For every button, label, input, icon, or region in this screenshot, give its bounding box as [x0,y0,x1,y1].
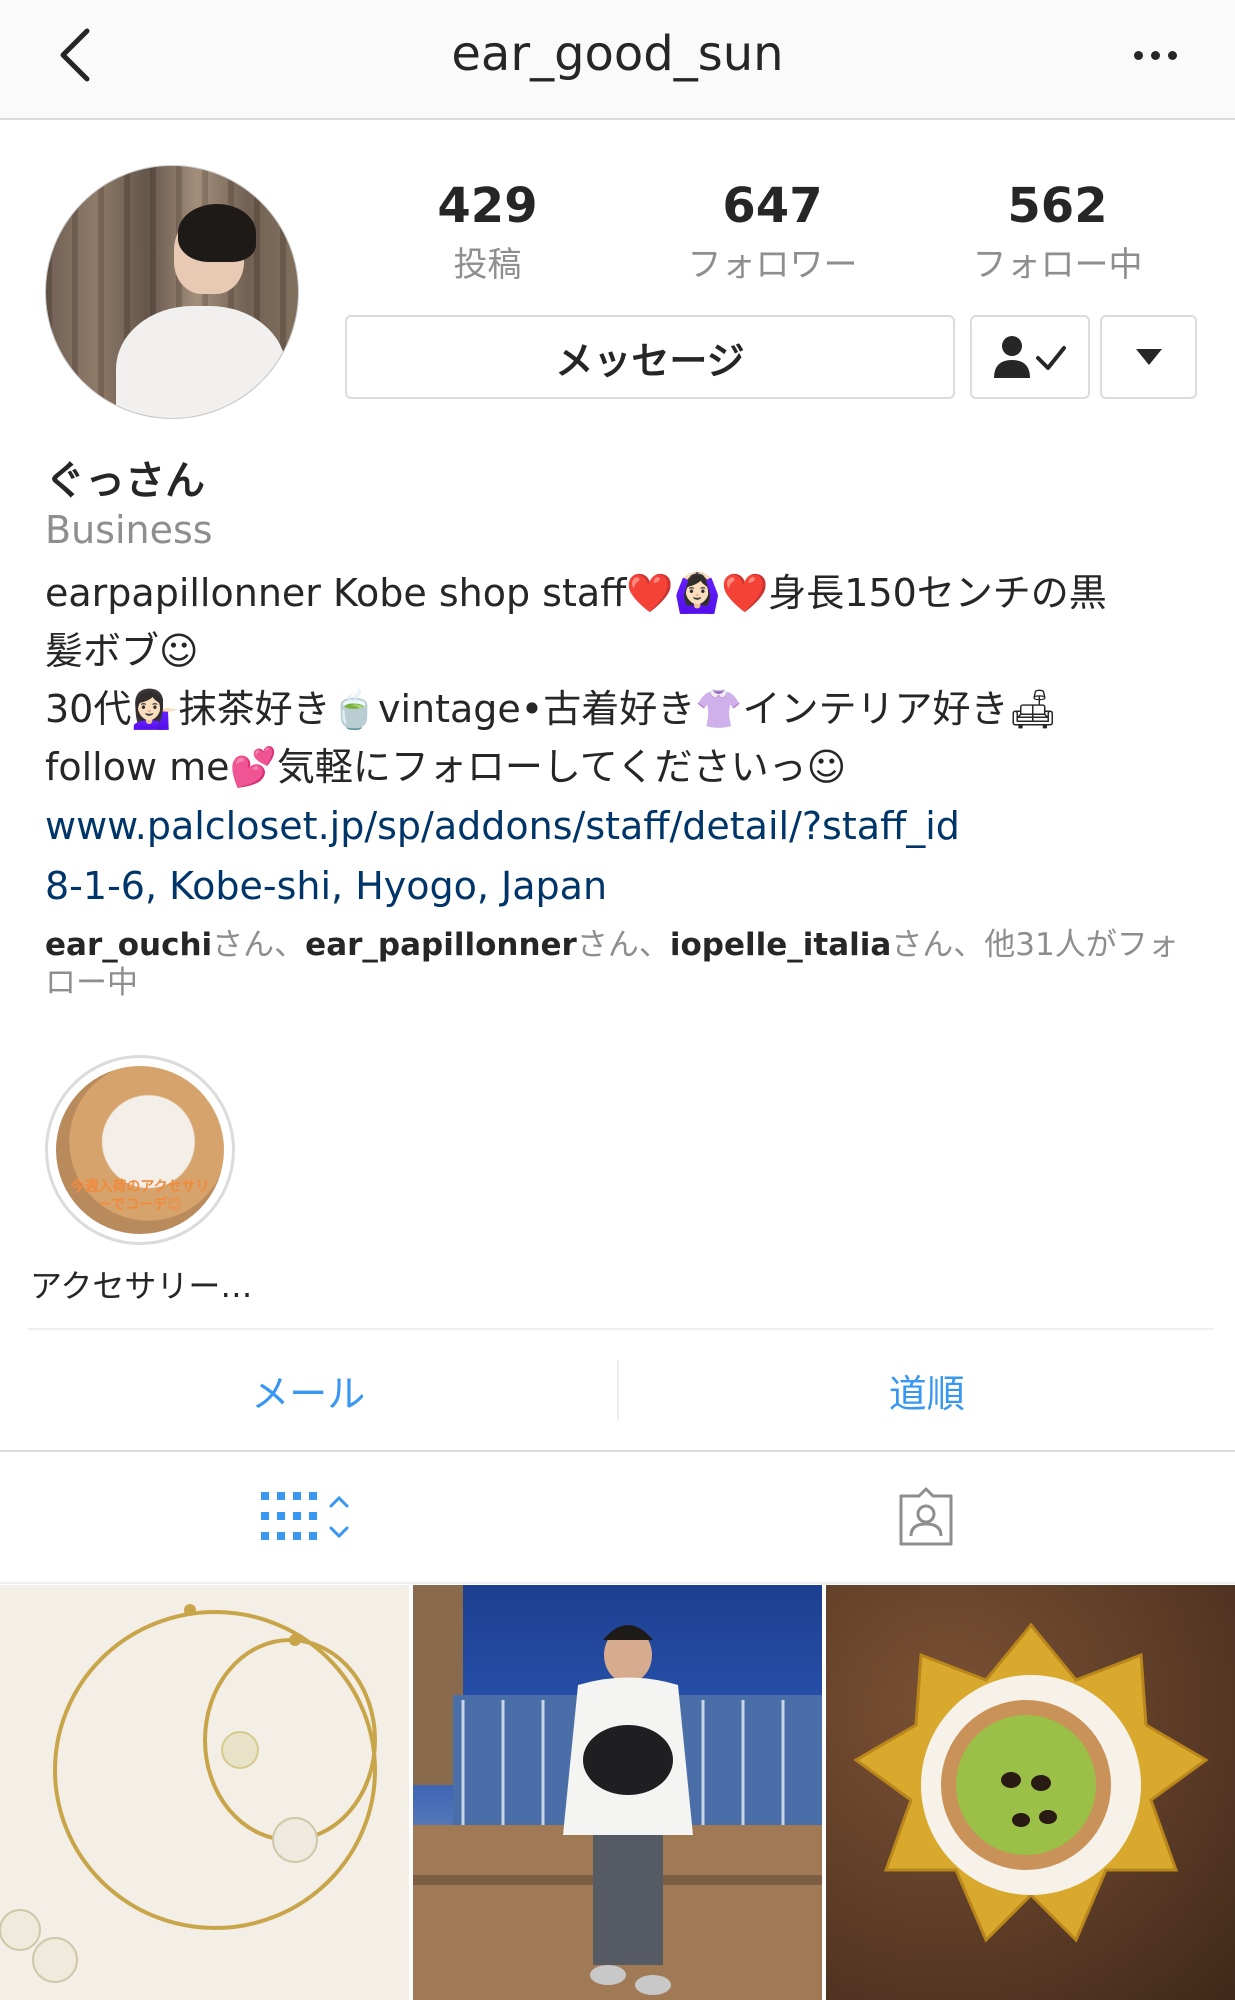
stat-value: 429 [437,178,538,234]
stat-label: フォロワー [687,244,858,285]
divider [0,1582,1235,1584]
bio-line: follow me💕気軽にフォローしてくださいっ☺︎ [45,745,847,789]
stat-followers[interactable]: 647 フォロワー [630,180,915,286]
message-button[interactable]: メッセージ [345,315,955,399]
profile-avatar[interactable] [45,165,299,419]
avatar-hair [178,204,256,262]
grid-post-jewelry[interactable] [0,1585,409,2000]
avatar-shirt [116,306,286,418]
top-nav-bar: ear_good_sun [0,0,1235,120]
stat-value: 562 [1007,178,1108,234]
highlight-label: アクセサリー… [30,1267,253,1305]
photo-grid [0,1585,1235,2000]
stat-label: フォロー中 [972,244,1143,285]
post-image [0,1604,377,1983]
followed-by-text[interactable]: ear_ouchiさん、ear_papillonnerさん、iopelle_it… [45,926,1195,1002]
tab-grid[interactable] [0,1452,618,1582]
profile-category: Business [45,508,213,552]
grid-icon [260,1492,349,1540]
grid-post-outfit[interactable] [413,1585,822,2000]
bio-line: 髪ボブ☺︎ [45,629,199,673]
triangle-down-icon [1135,349,1162,365]
follower-username[interactable]: iopelle_italia [670,927,891,963]
more-dot [1133,50,1143,60]
email-button[interactable]: メール [0,1330,617,1450]
highlight-ring: 今週入荷のアクセサリーでコーデ☺ [45,1055,235,1245]
more-dot [1150,50,1160,60]
person-check-icon [994,336,1066,378]
profile-tabs [0,1452,1235,1582]
address-link[interactable]: 8-1-6, Kobe-shi, Hyogo, Japan [45,856,1195,916]
story-highlight[interactable]: 今週入荷のアクセサリーでコーデ☺ アクセサリー… [30,1055,253,1307]
stat-posts[interactable]: 429 投稿 [345,180,630,286]
profile-button-row: メッセージ [345,315,1197,399]
follower-separator: さん、 [576,927,670,963]
profile-stats: 429 投稿 647 フォロワー 562 フォロー中 [345,180,1200,286]
stat-following[interactable]: 562 フォロー中 [915,180,1200,286]
post-image [853,1622,1209,1943]
highlight-image-text: 今週入荷のアクセサリーでコーデ☺ [70,1179,210,1213]
bio-line: 30代💁🏻‍♀️抹茶好き🍵vintage•古着好き👚インテリア好き🛋 [45,687,1057,731]
post-image [413,1585,822,2000]
more-options-button[interactable] [1115,20,1195,90]
directions-button[interactable]: 道順 [619,1330,1235,1450]
grid-post-matcha-tart[interactable] [826,1585,1235,2000]
following-button[interactable] [970,315,1090,399]
profile-bio: ぐっさん Business earpapillonner Kobe shop s… [45,448,1195,1002]
suggested-dropdown-button[interactable] [1100,315,1197,399]
follower-separator: さん、 [212,927,306,963]
follower-username[interactable]: ear_ouchi [45,927,212,963]
follower-username[interactable]: ear_papillonner [305,927,577,963]
bio-line: earpapillonner Kobe shop staff❤️🙆🏻‍♀️❤️身… [45,571,1107,615]
page-title: ear_good_sun [451,26,784,82]
profile-name: ぐっさん [45,458,205,504]
contact-actions: メール 道順 [0,1330,1235,1450]
tab-tagged[interactable] [618,1452,1235,1582]
more-dot [1167,50,1177,60]
website-link[interactable]: www.palcloset.jp/sp/addons/staff/detail/… [45,796,1195,856]
stat-value: 647 [722,178,823,234]
stat-label: 投稿 [453,244,522,285]
tagged-person-icon [899,1487,953,1546]
highlight-image: 今週入荷のアクセサリーでコーデ☺ [56,1066,224,1234]
